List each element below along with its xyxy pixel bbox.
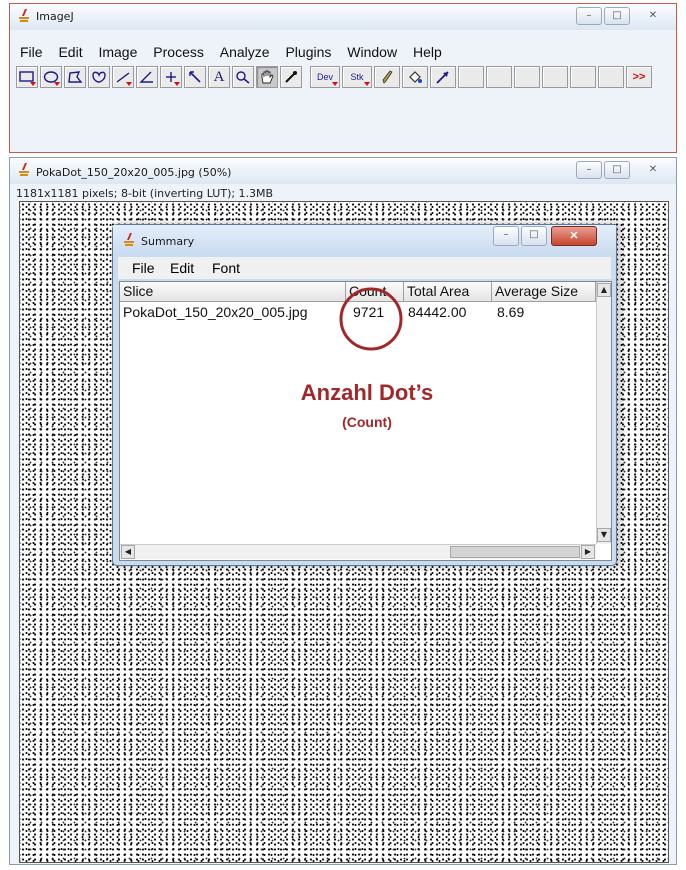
close-icon[interactable]: ✕ bbox=[551, 226, 597, 246]
menu-window[interactable]: Window bbox=[347, 44, 397, 60]
freehand-tool-icon[interactable] bbox=[88, 66, 110, 88]
rectangle-tool-icon[interactable] bbox=[16, 66, 38, 88]
oval-tool-icon[interactable] bbox=[40, 66, 62, 88]
imagej-logo-icon bbox=[124, 233, 134, 246]
stk-menu-tool[interactable]: Stk bbox=[342, 66, 372, 88]
horizontal-scroll-thumb[interactable] bbox=[450, 546, 580, 558]
imagej-menubar: File Edit Image Process Analyze Plugins … bbox=[20, 44, 454, 60]
imagej-logo-icon bbox=[19, 163, 29, 176]
maximize-icon[interactable]: □ bbox=[604, 7, 630, 25]
brush-tool-icon[interactable] bbox=[374, 66, 400, 88]
summary-titlebar[interactable]: Summary – □ ✕ bbox=[113, 225, 616, 255]
annotation-title: Anzahl Dot’s bbox=[300, 380, 434, 405]
horizontal-scrollbar[interactable]: ◀ ▶ bbox=[120, 544, 596, 559]
menu-plugins[interactable]: Plugins bbox=[285, 44, 331, 60]
scroll-up-icon[interactable]: ▲ bbox=[597, 283, 611, 297]
empty-tool-slot[interactable] bbox=[458, 66, 484, 88]
empty-tool-slot[interactable] bbox=[514, 66, 540, 88]
line-tool-icon[interactable] bbox=[112, 66, 134, 88]
dev-menu-tool[interactable]: Dev bbox=[310, 66, 340, 88]
text-tool-icon[interactable]: A bbox=[208, 66, 230, 88]
summary-title: Summary bbox=[141, 235, 195, 248]
magnifier-tool-icon[interactable] bbox=[232, 66, 254, 88]
point-tool-icon[interactable] bbox=[160, 66, 182, 88]
scroll-left-icon[interactable]: ◀ bbox=[121, 545, 135, 559]
column-header-average-size[interactable]: Average Size bbox=[492, 282, 596, 302]
summary-menu-font[interactable]: Font bbox=[212, 260, 240, 276]
cell-average-size: 8.69 bbox=[497, 304, 525, 320]
close-icon[interactable]: ✕ bbox=[632, 7, 674, 25]
hand-tool-icon[interactable] bbox=[256, 66, 278, 88]
cell-total-area: 84442.00 bbox=[408, 304, 467, 320]
dev-label: Dev bbox=[316, 72, 333, 82]
stk-label: Stk bbox=[350, 72, 364, 82]
menu-edit[interactable]: Edit bbox=[58, 44, 82, 60]
vertical-scrollbar[interactable]: ▲ ▼ bbox=[596, 282, 611, 544]
empty-tool-slot[interactable] bbox=[542, 66, 568, 88]
image-window-title: PokaDot_150_20x20_005.jpg (50%) bbox=[36, 166, 232, 179]
count-highlight-circle-icon bbox=[339, 287, 403, 351]
cell-slice: PokaDot_150_20x20_005.jpg bbox=[123, 304, 308, 320]
minimize-icon[interactable]: – bbox=[576, 161, 602, 179]
column-header-total-area[interactable]: Total Area bbox=[404, 282, 492, 302]
menu-help[interactable]: Help bbox=[413, 44, 442, 60]
close-icon[interactable]: ✕ bbox=[632, 161, 674, 179]
wand-tool-icon[interactable] bbox=[184, 66, 206, 88]
image-info: 1181x1181 pixels; 8-bit (inverting LUT);… bbox=[16, 187, 274, 200]
more-tools-button[interactable]: >> bbox=[626, 66, 652, 88]
arrow-tool-icon[interactable] bbox=[430, 66, 456, 88]
minimize-icon[interactable]: – bbox=[576, 7, 602, 25]
flood-fill-tool-icon[interactable] bbox=[402, 66, 428, 88]
minimize-icon[interactable]: – bbox=[493, 226, 519, 246]
summary-menu-file[interactable]: File bbox=[132, 260, 155, 276]
annotation-subtitle: (Count) bbox=[342, 414, 392, 430]
maximize-icon[interactable]: □ bbox=[521, 226, 547, 246]
empty-tool-slot[interactable] bbox=[598, 66, 624, 88]
window-title: ImageJ bbox=[36, 10, 74, 23]
menu-analyze[interactable]: Analyze bbox=[220, 44, 270, 60]
summary-menubar: File Edit Font bbox=[118, 257, 611, 279]
color-picker-tool-icon[interactable] bbox=[280, 66, 302, 88]
summary-menu-edit[interactable]: Edit bbox=[170, 260, 194, 276]
scroll-right-icon[interactable]: ▶ bbox=[581, 545, 595, 559]
menu-image[interactable]: Image bbox=[98, 44, 137, 60]
column-header-slice[interactable]: Slice bbox=[120, 282, 346, 302]
empty-tool-slot[interactable] bbox=[486, 66, 512, 88]
imagej-logo-icon bbox=[19, 9, 29, 22]
scroll-down-icon[interactable]: ▼ bbox=[597, 528, 611, 542]
empty-tool-slot[interactable] bbox=[570, 66, 596, 88]
image-window-titlebar[interactable]: PokaDot_150_20x20_005.jpg (50%) – □ ✕ bbox=[10, 158, 676, 184]
menu-process[interactable]: Process bbox=[153, 44, 204, 60]
menu-file[interactable]: File bbox=[20, 44, 43, 60]
polygon-tool-icon[interactable] bbox=[64, 66, 86, 88]
maximize-icon[interactable]: □ bbox=[604, 161, 630, 179]
imagej-titlebar[interactable]: ImageJ – □ ✕ bbox=[10, 4, 676, 30]
angle-tool-icon[interactable] bbox=[136, 66, 158, 88]
